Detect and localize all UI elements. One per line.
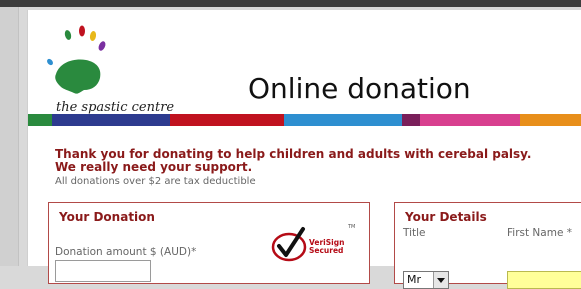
verisign-check-icon bbox=[271, 227, 307, 262]
donation-panel-title: Your Donation bbox=[59, 210, 155, 224]
thank-you-line-2: We really need your support. bbox=[55, 160, 253, 174]
page-title: Online donation bbox=[248, 72, 471, 105]
title-label: Title bbox=[403, 227, 426, 239]
page-content: the spastic centre Online donation Thank… bbox=[27, 10, 581, 289]
spastic-centre-logo[interactable]: the spastic centre bbox=[34, 20, 194, 115]
title-select-value: Mr bbox=[407, 273, 422, 286]
tax-deductible-note: All donations over $2 are tax deductible bbox=[55, 176, 256, 187]
thank-you-message: Thank you for donating to help children … bbox=[55, 148, 531, 174]
browser-left-sidebar bbox=[0, 7, 19, 266]
stripe-segment bbox=[284, 114, 402, 126]
stripe-segment bbox=[170, 114, 284, 126]
details-panel: Your Details Title Mr First Name * bbox=[394, 202, 581, 289]
stripe-segment bbox=[520, 114, 581, 126]
first-name-label: First Name * bbox=[507, 227, 572, 239]
stripe-segment bbox=[52, 114, 170, 126]
handprint-logo-graphic bbox=[47, 25, 106, 94]
stripe-segment bbox=[28, 114, 52, 126]
verisign-label: VeriSign Secured bbox=[309, 239, 344, 255]
first-name-input[interactable] bbox=[507, 271, 581, 289]
verisign-badge[interactable]: VeriSign Secured TM bbox=[271, 223, 363, 267]
donation-panel: Your Donation VeriSign Secured TM Donati… bbox=[48, 202, 370, 284]
donation-amount-input[interactable] bbox=[55, 260, 151, 282]
donation-amount-label: Donation amount $ (AUD)* bbox=[55, 246, 197, 258]
title-select[interactable]: Mr bbox=[403, 271, 449, 289]
chevron-down-icon[interactable] bbox=[433, 272, 448, 288]
logo-wordmark: the spastic centre bbox=[56, 100, 175, 115]
stripe-segment bbox=[402, 114, 420, 126]
browser-top-edge bbox=[0, 0, 581, 7]
verisign-trademark: TM bbox=[348, 224, 356, 230]
details-panel-title: Your Details bbox=[405, 210, 487, 224]
verisign-line-2: Secured bbox=[309, 246, 344, 255]
stripe-segment bbox=[420, 114, 520, 126]
color-stripe bbox=[28, 114, 581, 126]
